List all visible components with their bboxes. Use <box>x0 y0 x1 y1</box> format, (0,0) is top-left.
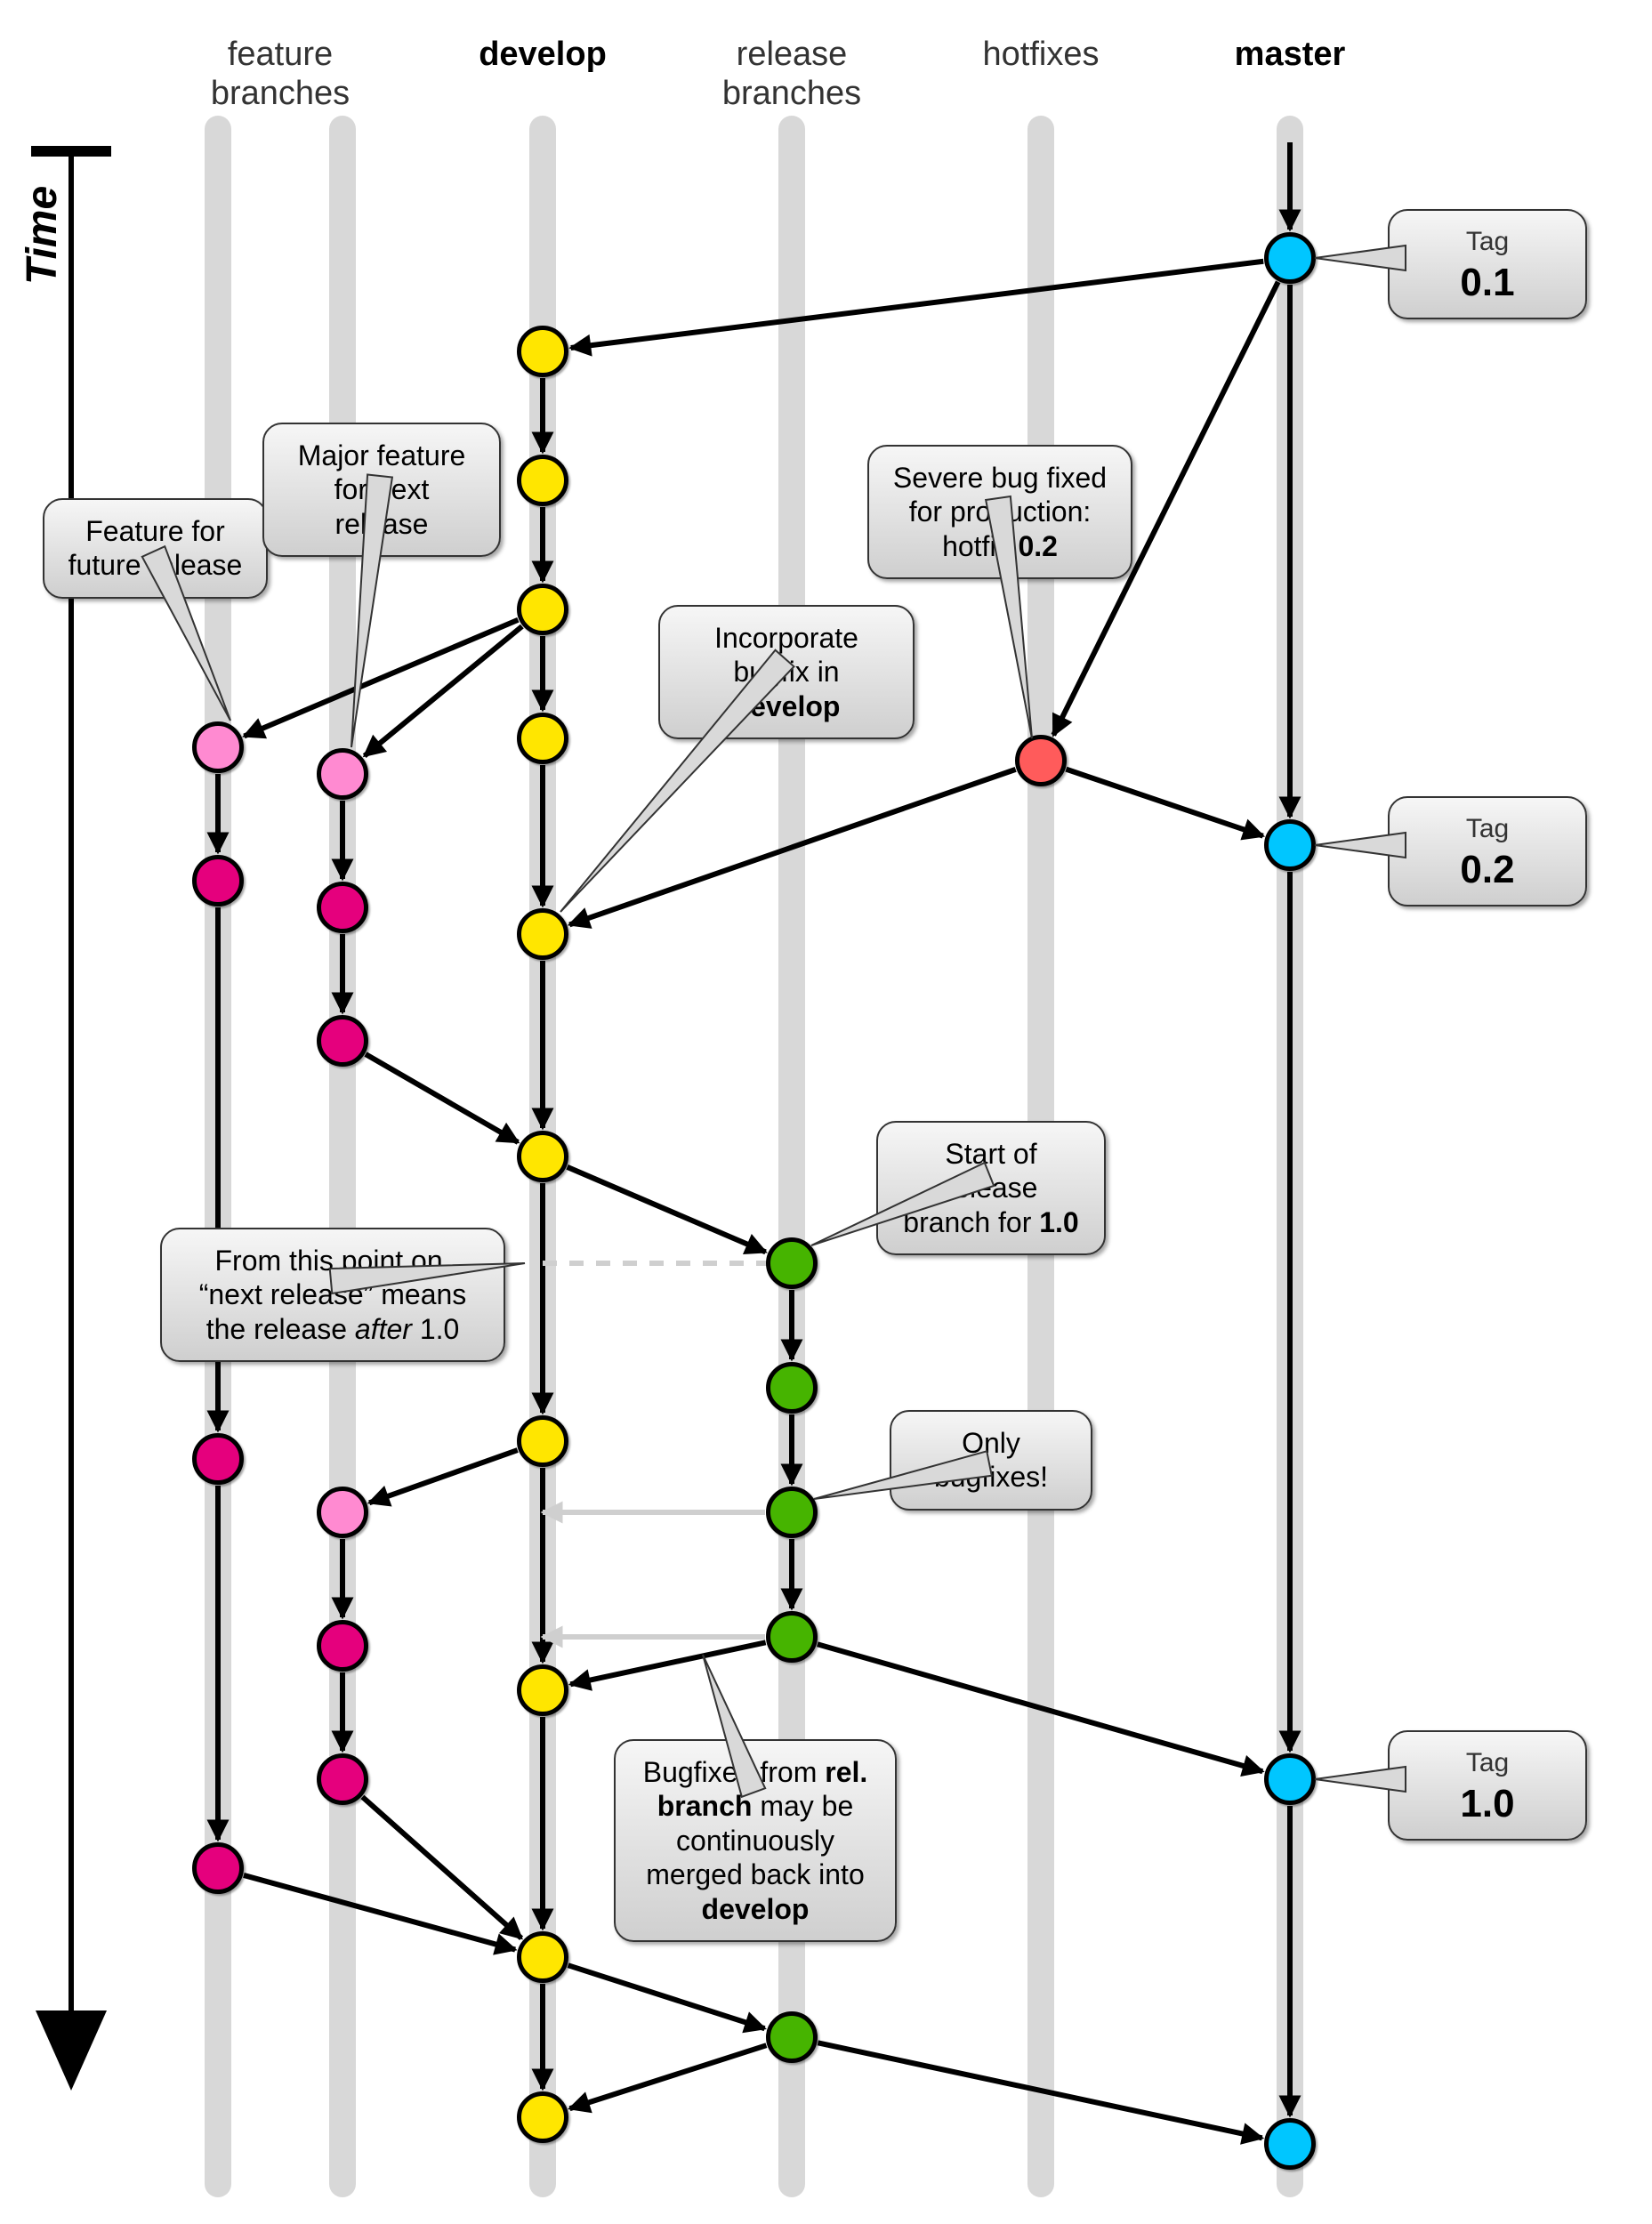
commit-f3 <box>192 1433 244 1485</box>
commit-d5 <box>517 908 568 960</box>
callout-co-from: From this point on, “next release” means… <box>160 1228 505 1362</box>
callout-co-major: Major feature for next release <box>262 423 501 557</box>
commit-g5 <box>317 1620 368 1672</box>
commit-m2 <box>1264 819 1316 871</box>
tag-value: 1.0 <box>1398 1782 1576 1826</box>
commit-r1 <box>766 1237 818 1289</box>
commit-f4 <box>192 1842 244 1894</box>
commit-g1 <box>317 748 368 800</box>
commit-r4 <box>766 1611 818 1663</box>
commit-m1 <box>1264 232 1316 284</box>
lane-label-hotfix: hotfixes <box>925 36 1156 75</box>
commit-d6 <box>517 1131 568 1182</box>
time-axis-label: Time <box>18 186 67 285</box>
commit-g2 <box>317 882 368 933</box>
commit-d2 <box>517 455 568 506</box>
commit-d4 <box>517 713 568 764</box>
commit-g3 <box>317 1015 368 1067</box>
commit-r2 <box>766 1362 818 1414</box>
commit-r5 <box>766 2011 818 2063</box>
tag-value: 0.2 <box>1398 848 1576 892</box>
lane-label-master: master <box>1174 36 1406 75</box>
lane-master <box>1277 116 1303 2197</box>
tag-label: Tag <box>1398 1748 1576 1778</box>
tag-label: Tag <box>1398 814 1576 844</box>
tag-box-0.2: Tag 0.2 <box>1388 796 1587 907</box>
callout-co-incorp: Incorporate bugfix in develop <box>658 605 915 739</box>
callout-co-hotfix: Severe bug fixed for production: hotfix … <box>867 445 1132 579</box>
tag-box-1.0: Tag 1.0 <box>1388 1730 1587 1841</box>
commit-d10 <box>517 2091 568 2143</box>
commit-d3 <box>517 584 568 635</box>
commit-g4 <box>317 1487 368 1538</box>
lane-label-develop: develop <box>427 36 658 75</box>
callout-co-start: Start of release branch for 1.0 <box>876 1121 1106 1255</box>
commit-d9 <box>517 1931 568 1983</box>
lane-label-feature-future: feature branches <box>165 36 396 113</box>
commit-d8 <box>517 1664 568 1716</box>
commit-m4 <box>1264 2118 1316 2170</box>
commit-m3 <box>1264 1753 1316 1805</box>
tag-label: Tag <box>1398 227 1576 257</box>
callout-co-future: Feature for future release <box>43 498 268 599</box>
lane-label-release: release branches <box>676 36 907 113</box>
commit-h1 <box>1015 735 1067 786</box>
commit-f2 <box>192 855 244 907</box>
commit-g6 <box>317 1753 368 1805</box>
tag-value: 0.1 <box>1398 261 1576 305</box>
commit-r3 <box>766 1487 818 1538</box>
callout-co-only: Only bugfixes! <box>890 1410 1092 1511</box>
tag-box-0.1: Tag 0.1 <box>1388 209 1587 319</box>
commit-d1 <box>517 326 568 377</box>
commit-f1 <box>192 721 244 773</box>
commit-d7 <box>517 1415 568 1467</box>
callout-co-bugfix: Bugfixes from rel. branch may be continu… <box>614 1739 897 1942</box>
